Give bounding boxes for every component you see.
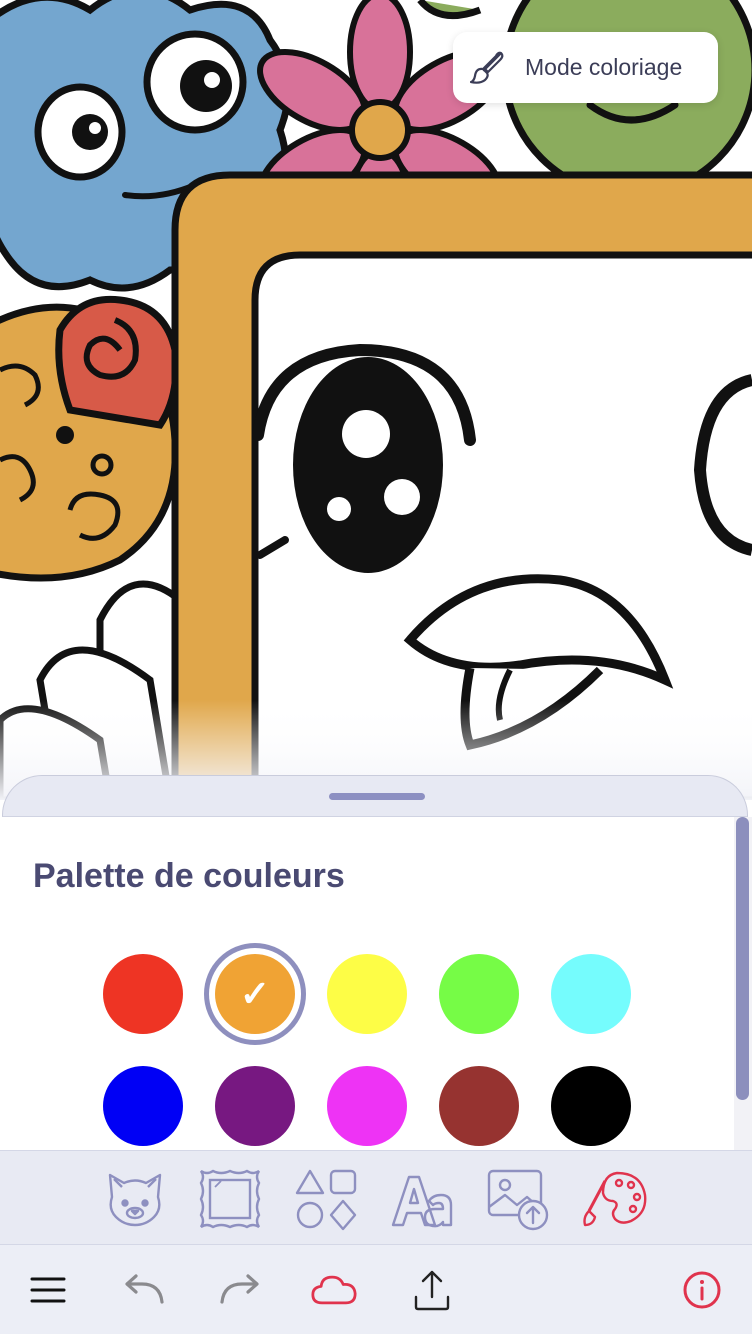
color-swatch[interactable]: ✓ (215, 954, 295, 1034)
color-swatch[interactable] (103, 954, 183, 1034)
mode-coloring-label: Mode coloriage (525, 54, 683, 80)
animal-face-icon[interactable] (102, 1167, 168, 1231)
bottom-sheet: Palette de couleurs ✓ (0, 775, 752, 1150)
color-swatch[interactable] (551, 954, 631, 1034)
info-icon[interactable] (679, 1267, 725, 1313)
selected-check-icon: ✓ (239, 973, 271, 1014)
cloud-icon[interactable] (311, 1267, 357, 1313)
bottom-navigation-bar (0, 1245, 752, 1334)
color-swatch[interactable] (327, 954, 407, 1034)
palette-title: Palette de couleurs (33, 857, 345, 895)
palette-icon[interactable] (581, 1167, 647, 1231)
coloring-page-illustration[interactable] (0, 0, 752, 800)
sheet-header[interactable] (2, 775, 748, 817)
paintbrush-icon (469, 49, 507, 87)
coloring-canvas[interactable] (0, 0, 752, 800)
color-swatch[interactable] (551, 1066, 631, 1146)
color-swatch[interactable] (103, 1066, 183, 1146)
menu-icon[interactable] (25, 1267, 71, 1313)
shapes-icon[interactable] (293, 1167, 359, 1231)
image-upload-icon[interactable] (485, 1167, 551, 1231)
undo-icon[interactable] (121, 1267, 167, 1313)
snail-shell-shape (55, 295, 180, 429)
color-swatch[interactable] (327, 1066, 407, 1146)
scrollbar-thumb[interactable] (736, 817, 749, 1100)
palette-panel: Palette de couleurs ✓ (0, 817, 752, 1150)
color-swatch[interactable] (439, 954, 519, 1034)
scroll-track[interactable] (734, 817, 752, 1150)
mode-coloring-button[interactable]: Mode coloriage (453, 32, 718, 103)
color-swatch[interactable] (439, 1066, 519, 1146)
color-swatch[interactable] (215, 1066, 295, 1146)
share-icon[interactable] (409, 1267, 455, 1313)
redo-icon[interactable] (217, 1267, 263, 1313)
tool-toolbar (0, 1150, 752, 1245)
sheet-drag-handle[interactable] (329, 793, 425, 800)
frame-icon[interactable] (197, 1167, 263, 1231)
text-icon[interactable] (389, 1167, 455, 1231)
